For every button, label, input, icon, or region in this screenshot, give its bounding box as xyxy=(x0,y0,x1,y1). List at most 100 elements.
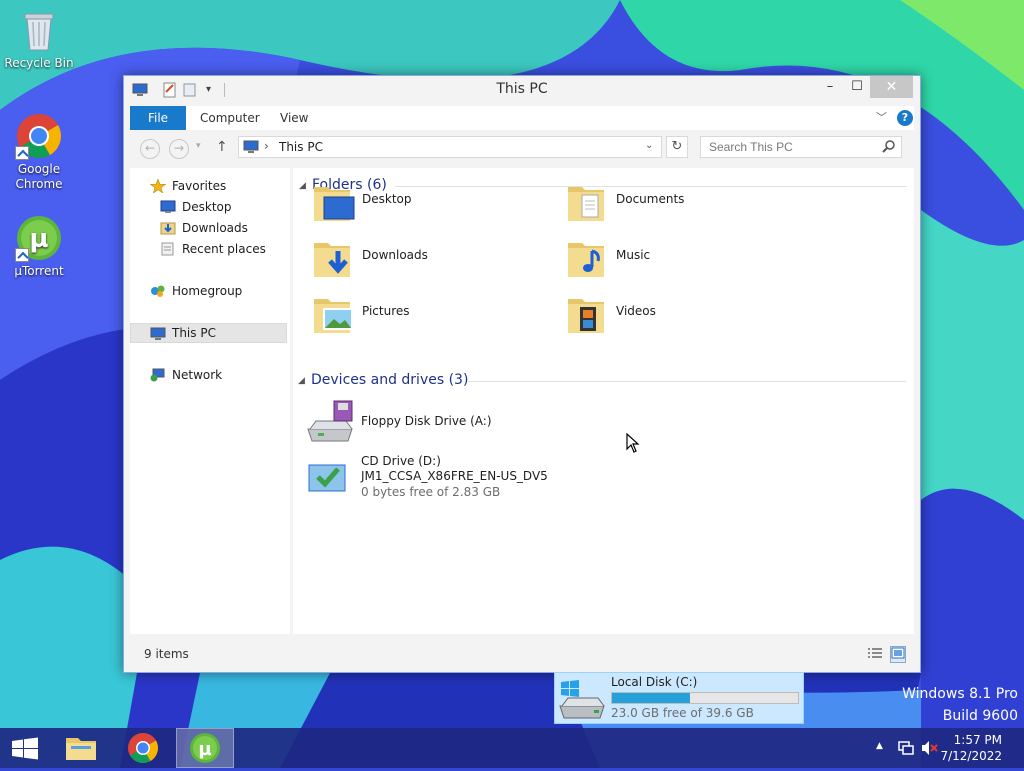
nav-item-favorites[interactable]: Favorites xyxy=(130,176,287,196)
ribbon-tabs: File Computer View ﹀ ? xyxy=(130,106,914,130)
breadcrumb-this-pc[interactable]: This PC xyxy=(279,140,323,154)
downloads-folder-icon xyxy=(310,235,358,283)
folder-tile-downloads[interactable]: Downloads xyxy=(300,231,550,283)
this-pc-address-icon xyxy=(243,140,259,157)
nav-item-label: Recent places xyxy=(182,242,266,256)
watermark-build: Build 9600 xyxy=(942,708,1018,724)
chrome-icon xyxy=(15,112,63,160)
desktop-small-icon xyxy=(160,200,176,214)
downloads-small-icon xyxy=(160,221,176,235)
network-icon xyxy=(150,368,166,382)
nav-item-homegroup[interactable]: Homegroup xyxy=(130,281,287,301)
desktop-icon-label: Recycle Bin xyxy=(4,56,74,70)
folder-name: Music xyxy=(616,248,651,262)
cd-drive-icon xyxy=(308,459,348,496)
network-tray-icon[interactable] xyxy=(898,740,914,759)
folder-tile-documents[interactable]: Documents xyxy=(554,175,804,227)
title-bar[interactable]: ▾ This PC – ☐ ✕ xyxy=(124,76,920,106)
minimize-button[interactable]: – xyxy=(816,76,844,98)
nav-item-label: Downloads xyxy=(182,221,248,235)
start-button[interactable] xyxy=(0,728,50,768)
close-button[interactable]: ✕ xyxy=(870,76,913,98)
drive-tile-local-disk-c[interactable]: Local Disk (C:) 23.0 GB free of 39.6 GB xyxy=(554,672,804,724)
drive-free-space: 0 bytes free of 2.83 GB xyxy=(361,485,501,499)
utorrent-icon: µ xyxy=(15,214,63,262)
taskbar: µ ▲ 1:57 PM 7/12/2022 xyxy=(0,728,1024,768)
folder-tile-music[interactable]: Music xyxy=(554,231,804,283)
nav-item-network[interactable]: Network xyxy=(130,365,287,385)
taskbar-utorrent[interactable]: µ xyxy=(176,728,234,768)
desktop-folder-icon xyxy=(310,179,358,227)
drive-name: Floppy Disk Drive (A:) xyxy=(361,414,492,428)
search-input[interactable] xyxy=(700,136,902,158)
tab-file[interactable]: File xyxy=(130,106,186,130)
nav-item-label: Desktop xyxy=(182,200,232,214)
nav-item-this-pc[interactable]: This PC xyxy=(130,323,287,343)
svg-text:µ: µ xyxy=(198,739,211,760)
floppy-drive-icon xyxy=(306,399,354,448)
music-folder-icon xyxy=(564,235,612,283)
desktop-icon-google-chrome[interactable]: Google Chrome xyxy=(1,112,77,192)
address-bar[interactable]: › This PC ⌄ xyxy=(238,136,662,158)
nav-item-recent-places[interactable]: Recent places xyxy=(130,239,287,259)
drive-free-space: 23.0 GB free of 39.6 GB xyxy=(611,706,754,720)
shortcut-arrow-icon xyxy=(15,146,29,160)
collapse-devices-chevron-icon[interactable]: ◢ xyxy=(298,376,305,386)
recent-places-small-icon xyxy=(160,242,176,256)
up-button[interactable]: ↑ xyxy=(216,139,228,155)
desktop-icon-label: µTorrent xyxy=(14,264,64,278)
homegroup-icon xyxy=(150,284,166,298)
tab-computer[interactable]: Computer xyxy=(200,106,260,130)
refresh-button[interactable]: ↻ xyxy=(666,136,688,158)
volume-muted-tray-icon[interactable] xyxy=(921,740,939,759)
recent-locations-chevron-icon[interactable]: ▾ xyxy=(196,141,201,151)
group-header-devices[interactable]: Devices and drives (3) xyxy=(311,372,468,388)
taskbar-file-explorer[interactable] xyxy=(52,728,110,768)
navigation-bar: ← → ▾ ↑ › This PC ⌄ ↻ xyxy=(130,134,914,162)
expand-ribbon-chevron-icon[interactable]: ﹀ xyxy=(876,109,887,125)
watermark-edition: Windows 8.1 Pro xyxy=(902,686,1018,702)
taskbar-clock-time[interactable]: 1:57 PM xyxy=(954,733,1002,747)
taskbar-clock-date[interactable]: 7/12/2022 xyxy=(940,749,1002,763)
disk-usage-bar xyxy=(611,692,799,704)
nav-item-downloads[interactable]: Downloads xyxy=(130,218,287,238)
recycle-bin-icon xyxy=(15,6,63,54)
windows-build-watermark: Windows 8.1 Pro Build 9600 xyxy=(902,683,1018,727)
nav-item-label: Favorites xyxy=(172,179,227,193)
drive-volume-label: JM1_CCSA_X86FRE_EN-US_DV5 xyxy=(361,469,548,483)
drive-tile-cd[interactable]: CD Drive (D:) JM1_CCSA_X86FRE_EN-US_DV5 … xyxy=(300,453,560,505)
maximize-button[interactable]: ☐ xyxy=(843,76,871,98)
folder-tile-desktop[interactable]: Desktop xyxy=(300,175,550,227)
nav-item-label: Homegroup xyxy=(172,284,243,298)
status-item-count: 9 items xyxy=(144,647,189,661)
folder-tile-pictures[interactable]: Pictures xyxy=(300,287,550,339)
taskbar-google-chrome[interactable] xyxy=(114,728,172,768)
tab-view[interactable]: View xyxy=(280,106,308,130)
mouse-cursor-icon xyxy=(626,433,640,453)
show-hidden-icons-chevron-icon[interactable]: ▲ xyxy=(876,741,883,751)
large-icons-view-icon[interactable] xyxy=(890,646,906,663)
folders-grid: Desktop Documents Downloads Music Pictur… xyxy=(292,167,913,367)
star-icon xyxy=(149,178,167,194)
drive-name: CD Drive (D:) xyxy=(361,454,441,468)
folder-name: Pictures xyxy=(362,304,410,318)
desktop-icon-label: Google Chrome xyxy=(15,162,63,191)
devices-section: ◢ Devices and drives (3) Floppy Disk Dri… xyxy=(292,369,913,724)
search-icon[interactable] xyxy=(882,139,896,156)
folder-name: Documents xyxy=(616,192,685,206)
details-view-icon[interactable] xyxy=(867,647,883,664)
window-title: This PC xyxy=(496,81,548,97)
desktop-icon-utorrent[interactable]: µ µTorrent xyxy=(1,214,77,279)
address-dropdown-chevron-icon[interactable]: ⌄ xyxy=(645,140,653,151)
group-divider xyxy=(468,381,906,382)
forward-button[interactable]: → xyxy=(169,139,189,159)
folder-tile-videos[interactable]: Videos xyxy=(554,287,804,339)
shortcut-arrow-icon xyxy=(15,248,29,262)
local-disk-windows-icon xyxy=(558,678,606,723)
back-button[interactable]: ← xyxy=(140,139,160,159)
drive-tile-floppy[interactable]: Floppy Disk Drive (A:) xyxy=(300,397,550,449)
desktop-icon-recycle-bin[interactable]: Recycle Bin xyxy=(1,6,77,71)
nav-item-desktop[interactable]: Desktop xyxy=(130,197,287,217)
breadcrumb-separator[interactable]: › xyxy=(264,139,269,153)
help-button[interactable]: ? xyxy=(897,110,913,126)
